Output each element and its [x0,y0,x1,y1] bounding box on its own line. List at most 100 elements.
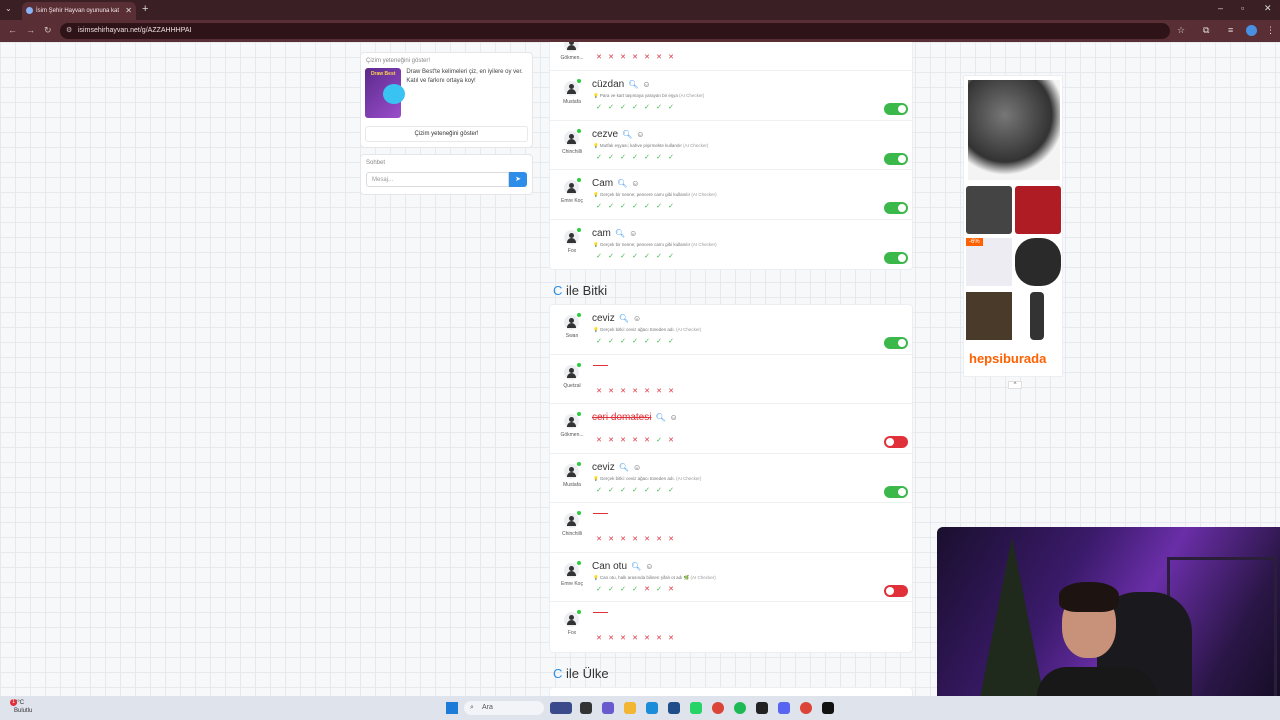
emoji-reaction-icon[interactable]: ☺ [642,80,650,89]
check-icon: ✓ [620,203,626,210]
chrome-profile-icon[interactable] [800,702,812,714]
search-icon[interactable]: 🔍︎ [619,463,629,472]
chevron-up-icon[interactable]: ^ [1008,381,1022,389]
answer-row: Fox ✕ ✕ ✕ ✕ ✕ ✕ ✕ [550,602,912,652]
close-tab-icon[interactable]: ✕ [125,6,132,15]
vote-toggle[interactable] [884,103,908,115]
cross-icon: ✕ [596,437,602,444]
draw-best-image[interactable]: Draw Best [365,68,405,118]
terminal-icon[interactable] [756,702,768,714]
player-name: Emre Koç [561,580,583,587]
site-info-icon[interactable]: ⚙ [66,23,72,39]
user-avatar-icon[interactable] [564,313,581,330]
new-tab-icon[interactable]: + [142,3,148,15]
extensions-icon[interactable]: ⧉ [1203,25,1209,36]
user-avatar-icon[interactable] [564,79,581,96]
search-icon[interactable]: 🔍︎ [622,130,632,139]
emoji-reaction-icon[interactable]: ☺ [629,229,637,238]
back-icon[interactable]: ← [8,25,17,35]
search-icon[interactable]: 🔍︎ [617,179,627,188]
answer-word-row: Cam 🔍︎ ☺ [592,178,639,189]
widget-thumbnail[interactable] [550,702,572,714]
emoji-reaction-icon[interactable]: ☺ [631,179,639,188]
media-icon[interactable]: ≡ [1228,25,1233,35]
emoji-reaction-icon[interactable]: ☺ [633,463,641,472]
profile-avatar[interactable] [1246,25,1257,36]
spotify-icon[interactable] [734,702,746,714]
bookmark-star-icon[interactable]: ☆ [1177,25,1185,36]
close-window-icon[interactable]: ✕ [1264,3,1272,14]
check-icon: ✓ [668,153,674,161]
search-icon[interactable]: 🔍︎ [655,413,665,422]
draw-button[interactable]: Çizim yeteneğini göster! [365,126,528,142]
search-icon[interactable]: 🔍︎ [631,562,641,571]
task-view-icon[interactable] [580,702,592,714]
ad-banner[interactable]: -6% hepsiburada ^ [963,75,1063,389]
user-avatar-icon[interactable] [564,412,581,429]
taskbar-search[interactable]: ⌕ Ara [464,701,544,715]
vote-toggle[interactable] [884,202,908,214]
menu-icon[interactable]: ⋮ [1266,25,1275,36]
weather-widget[interactable]: 1 8°C Bulutlu [10,699,32,715]
ad-product-webcam[interactable] [966,292,1012,340]
ad-product-jump-starter[interactable] [968,80,1060,180]
ad-product-pc-case[interactable] [1015,186,1061,234]
copilot-icon[interactable] [602,702,614,714]
cross-icon: ✕ [668,635,674,642]
emoji-reaction-icon[interactable]: ☺ [645,562,653,571]
search-icon[interactable]: 🔍︎ [619,314,629,323]
player-name: Gökmen... [560,55,584,61]
check-icon: ✓ [620,338,626,345]
store-icon[interactable] [668,702,680,714]
check-icon: ✓ [620,104,626,111]
user-avatar-icon[interactable] [564,128,581,146]
vote-toggle[interactable] [884,485,908,498]
file-explorer-icon[interactable] [624,702,636,714]
vote-toggle[interactable] [884,584,908,597]
edge-icon[interactable] [646,702,658,714]
vote-toggle[interactable] [884,251,908,264]
draw-promo[interactable]: Draw Best Draw Best'te kelimeleri çiz, e… [361,66,532,120]
cross-icon: ✕ [620,387,626,395]
user-avatar-icon[interactable] [564,511,581,528]
vote-toggle[interactable] [884,337,908,349]
ad-product-controller[interactable] [1015,238,1061,286]
forward-icon[interactable]: → [26,25,35,35]
user-avatar-icon[interactable] [564,560,581,578]
user-avatar-icon[interactable] [564,362,581,380]
emoji-reaction-icon[interactable]: ☺ [636,130,644,139]
emoji-reaction-icon[interactable]: ☺ [670,413,678,422]
search-icon[interactable]: 🔍︎ [615,229,625,238]
send-icon[interactable]: ➤ [509,172,527,187]
empty-answer-line [593,513,608,514]
user-avatar-icon[interactable] [564,42,579,52]
ad-product-inflator[interactable] [966,186,1012,234]
chat-input[interactable]: Mesaj... [366,172,509,187]
reload-icon[interactable]: ↻ [44,25,52,36]
search-icon[interactable]: 🔍︎ [628,80,638,89]
online-dot [577,362,581,367]
user-avatar-icon[interactable] [564,610,581,627]
user-avatar-icon[interactable] [564,178,581,195]
windows-start-icon[interactable] [446,702,458,714]
emoji-reaction-icon[interactable]: ☺ [633,314,641,323]
whatsapp-icon[interactable] [690,702,702,714]
answer-row: Quetzal ✕ ✕ ✕ ✕ ✕ ✕ ✕ [550,355,912,404]
url-field[interactable]: ⚙ isimsehirhayvan.net/g/AZZAHHHPAI [60,23,1170,39]
user-avatar-icon[interactable] [564,227,581,245]
maximize-icon[interactable]: ▫ [1241,3,1244,13]
browser-tab[interactable]: İsim Şehir Hayvan oyununa kat ✕ [22,2,136,20]
answer-word: Cam [592,178,614,189]
vote-toggle[interactable] [884,436,908,448]
description-text: Gerçek bir nesne; pencere camı gibi kull… [599,241,691,247]
obs-icon[interactable] [822,702,834,714]
ad-product-camera[interactable] [1030,292,1044,340]
answers-column: Gökmen... ✕ ✕ ✕ ✕ ✕ ✕ ✕ Mustafa cüzdan 🔍︎ ☺ 💡 Para v… [549,42,913,696]
discord-icon[interactable] [778,702,790,714]
tab-search-icon[interactable]: ⌄ [5,4,12,13]
user-avatar-icon[interactable] [564,461,581,479]
minimize-icon[interactable]: – [1218,3,1223,13]
chrome-icon[interactable] [712,702,724,714]
vote-toggle[interactable] [884,152,908,165]
cross-icon: ✕ [656,635,662,642]
